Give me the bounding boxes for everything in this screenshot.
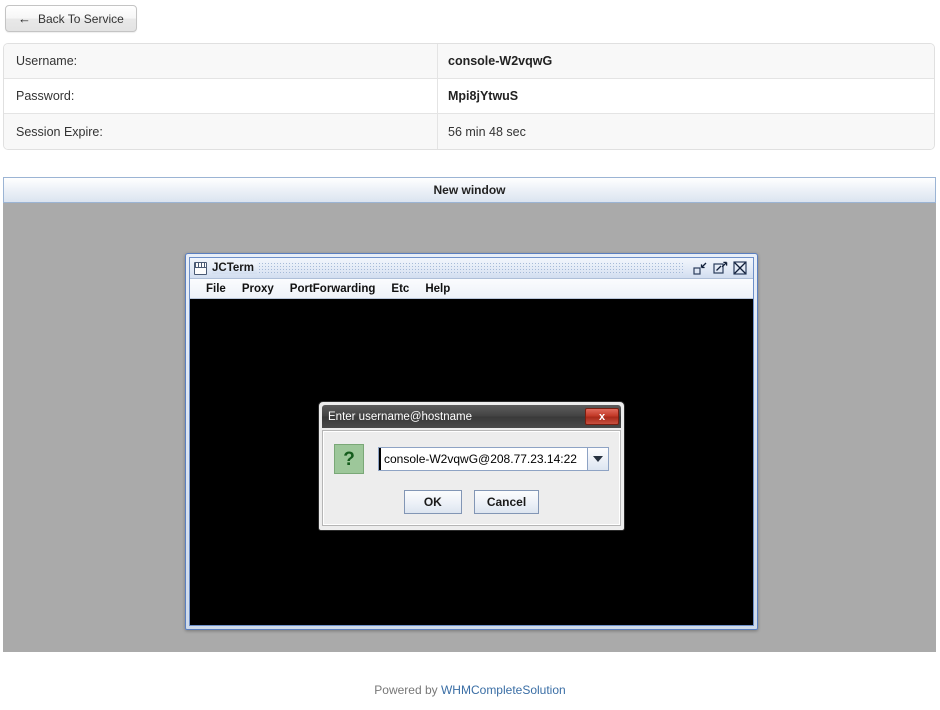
dialog-close-button[interactable]: x (585, 408, 619, 425)
chevron-down-icon (593, 456, 603, 462)
footer: Powered by WHMCompleteSolution (0, 683, 940, 697)
table-row: Session Expire: 56 min 48 sec (4, 114, 934, 149)
back-arrow-icon: ← (18, 12, 31, 25)
table-row: Username: console-W2vqwG (4, 44, 934, 79)
whmcs-link[interactable]: WHMCompleteSolution (441, 683, 566, 697)
dialog-title: Enter username@hostname (328, 411, 472, 423)
hostname-input[interactable]: console-W2vqwG@208.77.23.14:22 (379, 448, 587, 470)
credentials-table-body: Username: console-W2vqwG Password: Mpi8j… (4, 44, 934, 149)
question-mark-icon: ? (334, 444, 364, 474)
jcterm-window-inner: JCTerm (189, 257, 754, 626)
topbar: ← Back To Service (0, 0, 940, 32)
menu-item-portforwarding[interactable]: PortForwarding (282, 280, 384, 298)
menu-item-etc[interactable]: Etc (383, 280, 417, 298)
username-value: console-W2vqwG (438, 44, 934, 79)
cancel-button[interactable]: Cancel (474, 490, 539, 514)
menu-item-file[interactable]: File (198, 280, 234, 298)
jcterm-window: JCTerm (185, 253, 758, 630)
jcterm-menu-bar: File Proxy PortForwarding Etc Help (190, 279, 753, 299)
credentials-table: Username: console-W2vqwG Password: Mpi8j… (3, 43, 935, 150)
window-icon (194, 262, 207, 275)
menu-item-help[interactable]: Help (417, 280, 458, 298)
dialog-buttons: OK Cancel (334, 490, 609, 514)
jcterm-title-bar[interactable]: JCTerm (190, 258, 753, 279)
table-row: Password: Mpi8jYtwuS (4, 79, 934, 114)
password-label: Password: (4, 79, 438, 114)
close-icon[interactable] (733, 261, 748, 276)
username-hostname-dialog: Enter username@hostname x ? console-W2vq… (318, 401, 625, 531)
back-to-service-label: Back To Service (38, 12, 124, 26)
new-window-panel: New window JCTerm (3, 177, 936, 652)
maximize-icon[interactable] (713, 261, 728, 276)
menu-item-proxy[interactable]: Proxy (234, 280, 282, 298)
ok-button[interactable]: OK (404, 490, 462, 514)
dialog-input-row: ? console-W2vqwG@208.77.23.14:22 (334, 444, 609, 474)
back-to-service-button[interactable]: ← Back To Service (5, 5, 137, 32)
applet-area: JCTerm (3, 203, 936, 652)
dialog-body: ? console-W2vqwG@208.77.23.14:22 OK (323, 431, 620, 525)
window-controls (693, 261, 750, 276)
session-expire-value: 56 min 48 sec (438, 114, 934, 149)
dialog-title-bar[interactable]: Enter username@hostname x (322, 405, 621, 428)
minimize-icon[interactable] (693, 261, 708, 276)
title-bar-texture (216, 262, 683, 274)
jcterm-title: JCTerm (212, 262, 257, 274)
hostname-combobox[interactable]: console-W2vqwG@208.77.23.14:22 (378, 447, 609, 471)
footer-prefix: Powered by (374, 683, 441, 697)
session-expire-label: Session Expire: (4, 114, 438, 149)
hostname-dropdown-button[interactable] (587, 448, 608, 470)
username-label: Username: (4, 44, 438, 79)
panel-header: New window (3, 177, 936, 203)
terminal-screen[interactable]: Enter username@hostname x ? console-W2vq… (190, 299, 753, 625)
password-value: Mpi8jYtwuS (438, 79, 934, 114)
